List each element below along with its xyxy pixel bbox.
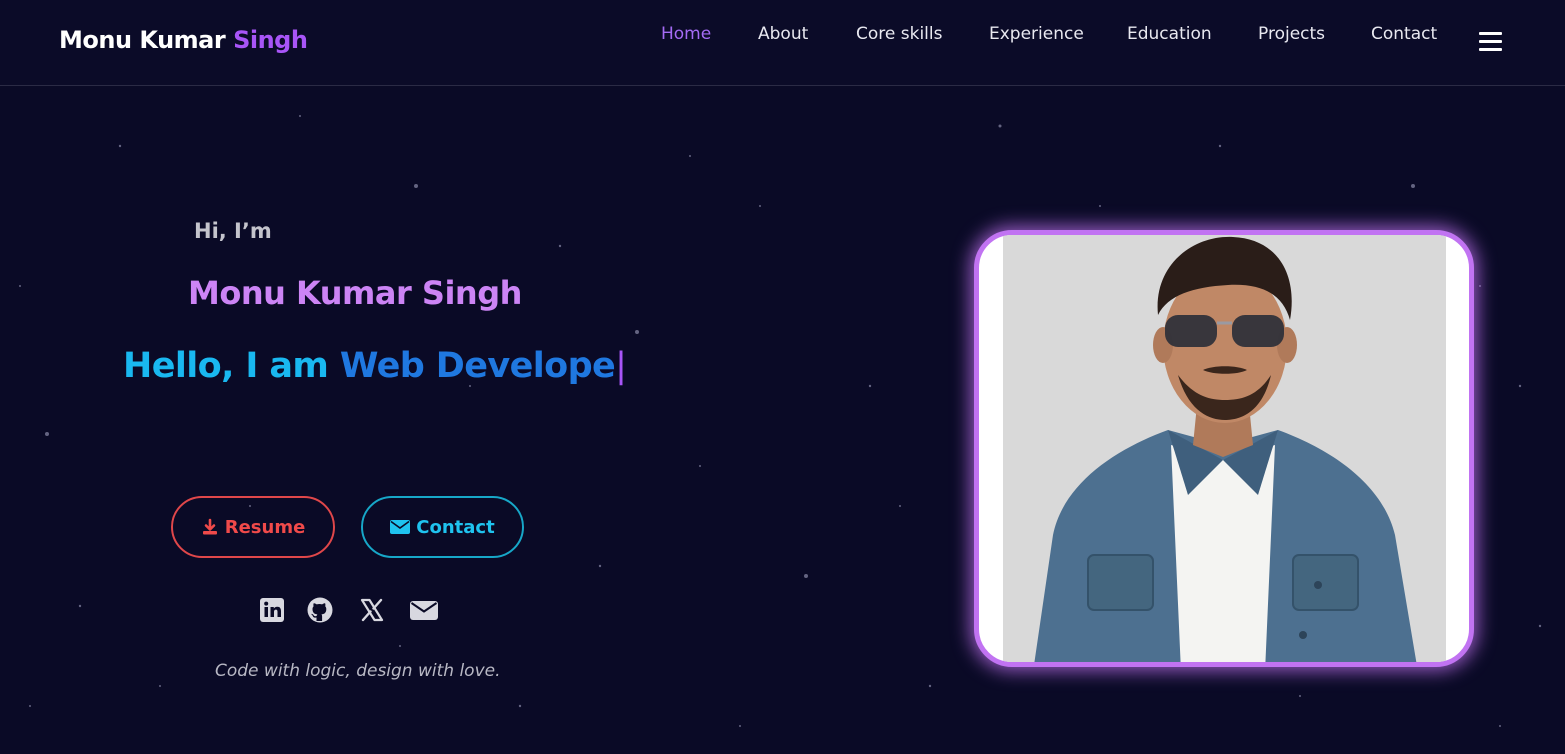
resume-button-label: Resume <box>224 516 306 538</box>
hamburger-icon[interactable] <box>1479 32 1502 54</box>
contact-button-label: Contact <box>416 516 495 538</box>
nav-item-projects[interactable]: Projects <box>1258 24 1325 44</box>
brand-logo[interactable]: Monu Kumar Singh <box>59 26 308 54</box>
typing-headline: Hello, I am Web Develope| <box>123 346 627 386</box>
brand-name: Monu Kumar <box>59 26 226 54</box>
portfolio-page: Monu Kumar Singh Home About Core skills … <box>0 0 1565 754</box>
profile-photo <box>1003 235 1446 662</box>
person-portrait <box>1003 235 1446 662</box>
download-icon <box>202 518 217 535</box>
hero-tagline: Code with logic, design with love. <box>215 661 501 681</box>
nav-item-core-skills[interactable]: Core skills <box>856 24 942 44</box>
x-twitter-icon[interactable] <box>358 596 386 624</box>
brand-name-accent: Singh <box>233 26 308 54</box>
profile-photo-frame <box>974 230 1474 667</box>
resume-button[interactable]: Resume <box>171 496 335 558</box>
github-icon[interactable] <box>306 596 334 624</box>
nav-item-about[interactable]: About <box>758 24 808 44</box>
contact-button[interactable]: Contact <box>361 496 524 558</box>
typing-cursor: | <box>615 346 627 386</box>
typing-prefix: Hello, I am <box>123 346 340 386</box>
hero-name: Monu Kumar Singh <box>188 274 522 312</box>
email-icon[interactable] <box>410 596 438 624</box>
linkedin-icon[interactable] <box>258 596 286 624</box>
hero-greeting: Hi, I’m <box>194 219 272 243</box>
nav-item-experience[interactable]: Experience <box>989 24 1084 44</box>
top-navbar: Monu Kumar Singh Home About Core skills … <box>0 0 1565 86</box>
nav-item-home[interactable]: Home <box>661 24 711 44</box>
nav-item-contact[interactable]: Contact <box>1371 24 1437 44</box>
nav-item-education[interactable]: Education <box>1127 24 1212 44</box>
envelope-icon <box>390 520 411 534</box>
typing-role: Web Develope <box>339 346 616 386</box>
